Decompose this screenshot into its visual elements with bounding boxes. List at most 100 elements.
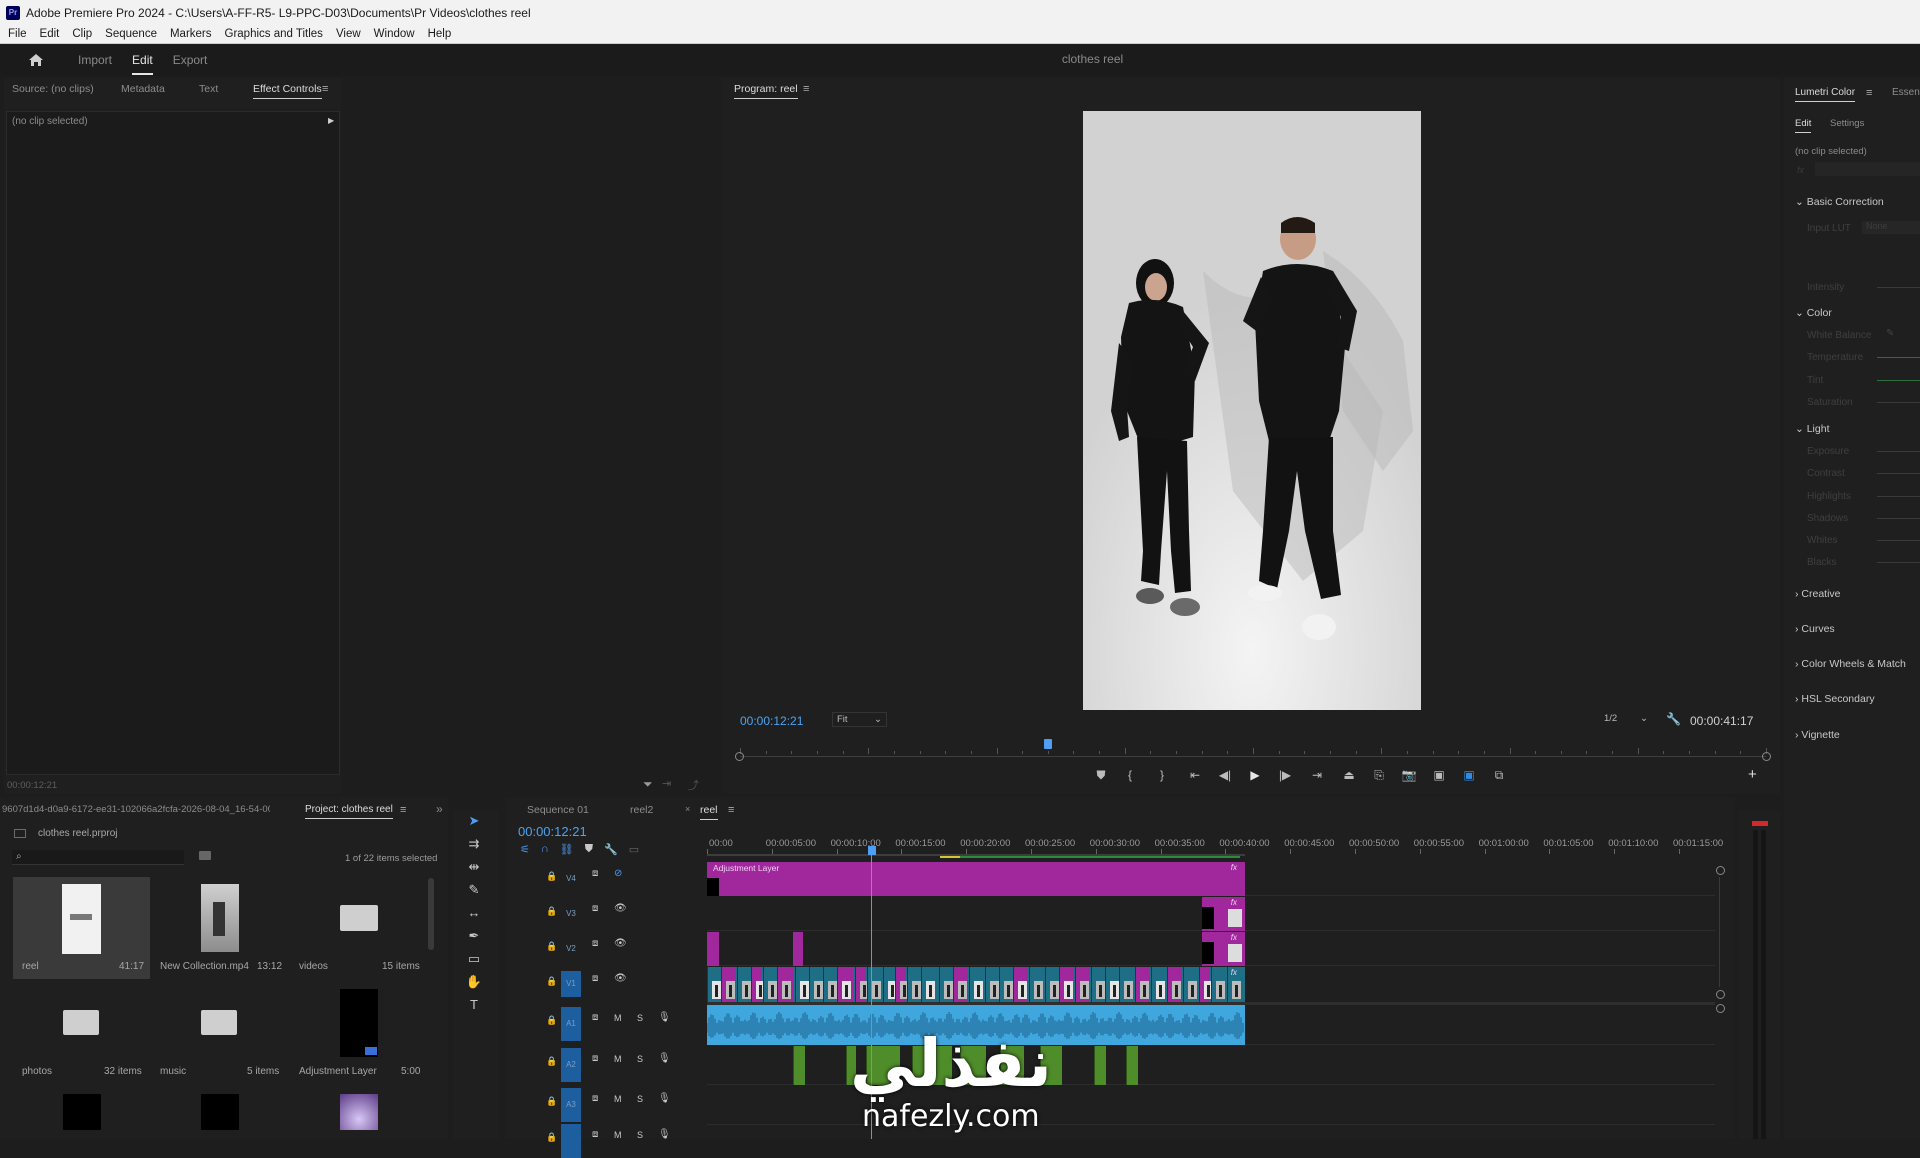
snap-icon[interactable]: ∩ (541, 843, 549, 856)
tint-slider[interactable] (1877, 380, 1920, 381)
section-color-wheels[interactable]: › Color Wheels & Match (1795, 658, 1906, 670)
v2-clip-start[interactable] (707, 932, 719, 966)
add-marker-icon[interactable]: ⛊ (585, 843, 593, 856)
rectangle-tool-icon[interactable]: ▭ (463, 951, 485, 969)
type-tool-icon[interactable]: T (463, 997, 485, 1015)
lock-icon[interactable]: 🔒 (546, 976, 557, 987)
timeline-playhead-head[interactable] (868, 846, 876, 855)
section-curves[interactable]: › Curves (1795, 623, 1835, 635)
contrast-slider[interactable] (1877, 473, 1920, 474)
input-lut-select[interactable]: None (1862, 221, 1920, 234)
export-icon[interactable]: ⤴ (688, 777, 699, 793)
v3-clip[interactable]: fx (1202, 897, 1245, 931)
camera-export-frame-icon[interactable]: 📷 (1394, 768, 1424, 782)
menu-help[interactable]: Help (428, 28, 452, 40)
saturation-slider[interactable] (1877, 402, 1920, 403)
v2-clip-mid[interactable] (793, 932, 803, 966)
wrench-settings-icon[interactable]: 🔧 (1666, 712, 1681, 726)
temperature-slider[interactable] (1877, 357, 1920, 358)
slip-tool-icon[interactable]: ↔ (463, 905, 485, 923)
timeline-vertical-scrollbar[interactable] (1719, 877, 1720, 987)
audio-track-target-2[interactable]: A3 (561, 1088, 581, 1122)
adjustment-layer-clip[interactable]: Adjustment Layer fx (707, 862, 1245, 896)
eyedropper-icon[interactable]: ✎ (1886, 328, 1894, 339)
panel-overflow-icon[interactable]: » (436, 802, 443, 816)
microphone-icon[interactable]: 🎙 (658, 1129, 671, 1140)
track-select-tool-icon[interactable]: ⇉ (463, 836, 485, 854)
tab-project[interactable]: Project: clothes reel (305, 804, 393, 819)
menu-markers[interactable]: Markers (170, 28, 212, 40)
hand-tool-icon[interactable]: ✋ (463, 974, 485, 992)
step-forward-icon[interactable]: |▶ (1270, 768, 1300, 782)
toggle-sync-icon[interactable]: ⧈ (592, 1012, 598, 1023)
resolution-select[interactable]: 1/2 ⌄ (1600, 712, 1652, 727)
nest-icon[interactable]: ⚟ (520, 843, 530, 856)
play-icon[interactable]: ▶ (1240, 768, 1270, 782)
timeline-ruler[interactable]: 00:00 00:00:05:00 00:00:10:00 00:00:15:00 00… (707, 832, 1723, 856)
shadows-slider[interactable] (1877, 518, 1920, 519)
captions-icon[interactable]: ▭ (629, 843, 639, 856)
section-hsl-secondary[interactable]: › HSL Secondary (1795, 693, 1875, 705)
lumetri-subtab-edit[interactable]: Edit (1795, 118, 1812, 133)
scrub-end-handle[interactable] (1762, 752, 1771, 761)
menu-edit[interactable]: Edit (40, 28, 60, 40)
menu-window[interactable]: Window (374, 28, 415, 40)
project-item-thumb[interactable] (340, 1094, 378, 1130)
eye-icon[interactable]: 👁 (614, 973, 627, 984)
audio-track-target-0[interactable]: A1 (561, 1007, 581, 1041)
toggle-sync-icon[interactable]: ⧈ (592, 938, 598, 949)
v1-clip-strip[interactable]: fx (707, 967, 1245, 1002)
mute-button[interactable]: M (614, 1013, 622, 1023)
project-item-thumb[interactable] (63, 1094, 101, 1130)
go-to-in-icon[interactable]: ⇤ (1180, 768, 1210, 782)
toggle-sync-icon[interactable]: ⧈ (592, 903, 598, 914)
new-bin-icon[interactable] (199, 851, 211, 860)
microphone-icon[interactable]: 🎙 (658, 1053, 671, 1064)
close-tab-icon[interactable]: × (685, 804, 690, 814)
solo-button[interactable]: S (637, 1094, 643, 1104)
tab-text[interactable]: Text (199, 83, 218, 95)
panel-menu-icon[interactable]: ≡ (322, 83, 328, 95)
section-creative[interactable]: › Creative (1795, 588, 1841, 600)
linked-selection-icon[interactable]: ⛓ (560, 843, 574, 856)
add-button-icon[interactable]: + (1748, 766, 1757, 783)
lock-icon[interactable]: 🔒 (546, 871, 557, 882)
toggle-sync-icon[interactable]: ⧈ (592, 1093, 598, 1104)
project-item-thumb[interactable] (201, 1094, 239, 1130)
tab-lumetri-color[interactable]: Lumetri Color (1795, 87, 1856, 102)
toggle-sync-icon[interactable]: ⧈ (592, 1129, 598, 1140)
mark-in-icon[interactable]: { (1116, 768, 1144, 782)
eye-icon[interactable]: 👁 (614, 903, 627, 914)
track-scroll-handle[interactable] (1716, 990, 1725, 999)
tab-media-file[interactable]: 9607d1d4-d0a9-6172-ee31-102066a2fcfa-202… (2, 804, 270, 815)
track-scroll-handle[interactable] (1716, 1004, 1725, 1013)
step-back-icon[interactable]: ◀| (1210, 768, 1240, 782)
section-basic-correction[interactable]: ⌄ Basic Correction (1795, 196, 1884, 208)
ripple-edit-tool-icon[interactable]: ⇹ (463, 859, 485, 877)
toggle-sync-icon[interactable]: ⧈ (592, 1053, 598, 1064)
extract-icon[interactable]: ⎘ (1364, 768, 1394, 782)
lock-icon[interactable]: 🔒 (546, 1096, 557, 1107)
track-output-hidden-icon[interactable]: ⊘ (614, 868, 622, 879)
audio-track-target-1[interactable]: A2 (561, 1048, 581, 1082)
razor-tool-icon[interactable]: ✎ (463, 882, 485, 900)
menu-clip[interactable]: Clip (72, 28, 92, 40)
solo-button[interactable]: S (637, 1013, 643, 1023)
overwrite-icon[interactable]: ▣ (1454, 768, 1484, 782)
pen-tool-icon[interactable]: ✒ (463, 928, 485, 946)
tab-source[interactable]: Source: (no clips) (12, 83, 94, 95)
microphone-icon[interactable]: 🎙 (658, 1093, 671, 1104)
tab-reel[interactable]: reel (700, 804, 718, 820)
a2-audio-clip[interactable] (1094, 1046, 1106, 1085)
eye-icon[interactable]: 👁 (614, 938, 627, 949)
tab-essential[interactable]: Essent (1892, 87, 1920, 98)
tab-program-monitor[interactable]: Program: reel (734, 83, 798, 99)
mute-button[interactable]: M (614, 1094, 622, 1104)
tab-reel2[interactable]: reel2 (630, 804, 653, 816)
v2-clip-end[interactable]: fx (1202, 932, 1245, 966)
track-target-2[interactable]: V2 (561, 936, 581, 962)
track-scroll-handle[interactable] (1716, 866, 1725, 875)
track-target-1[interactable]: V3 (561, 901, 581, 927)
lock-icon[interactable]: 🔒 (546, 906, 557, 917)
track-target-0[interactable]: V4 (561, 866, 581, 892)
